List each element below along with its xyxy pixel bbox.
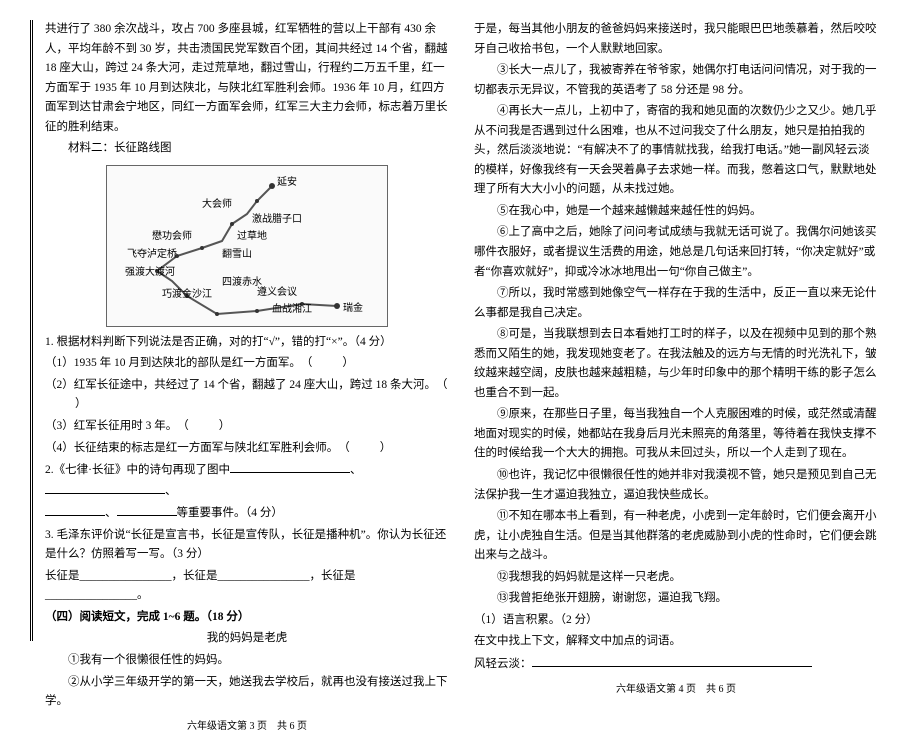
map-label-yanan: 延安 xyxy=(277,174,297,191)
rq1-word: 风轻云淡： xyxy=(474,654,878,675)
essay-p8: ⑧可是，当我联想到去日本看她打工时的样子，以及在视频中见到的那个熟悉而又陌生的她… xyxy=(474,325,878,403)
right-column: 于是，每当其他小朋友的爸爸妈妈来接送时，我只能眼巴巴地羡慕着，然后咬咬牙自己收拾… xyxy=(462,20,890,641)
map-label-xueshan: 翻雪山 xyxy=(222,246,252,263)
map-label-chishui: 四渡赤水 xyxy=(222,274,262,291)
map-label-luding: 飞夺泸定桥 xyxy=(127,246,177,263)
essay-p11: ⑪不知在哪本书上看到，有一种老虎，小虎到一定年龄时，它们便会离开小虎，让小虎独自… xyxy=(474,507,878,566)
rq1-line: 在文中找上下文，解释文中加点的词语。 xyxy=(474,632,878,652)
essay-p4: ④再长大一点儿，上初中了，寄宿的我和她见面的次数仍少之又少。她几乎从不问我是否遇… xyxy=(474,102,878,200)
material2-label: 材料二：长征路线图 xyxy=(45,139,449,159)
map-label-bloodxiang: 血战湘江 xyxy=(272,301,312,318)
essay-p6: ⑥上了高中之后，她除了问问考试成绩与我就无话可说了。我偶尔问她该买哪件衣服好，或… xyxy=(474,223,878,282)
essay-p12: ⑫我想我的妈妈就是这样一只老虎。 xyxy=(474,568,878,588)
q1-opt2: （2）红军长征途中，共经过了 14 个省，翻越了 24 座大山，跨过 18 条大… xyxy=(45,376,449,415)
map-label-jinshajiang: 巧渡金沙江 xyxy=(162,286,212,303)
footer-left: 六年级语文第 3 页 共 6 页 xyxy=(45,718,449,735)
map-label-daduhe: 强渡大渡河 xyxy=(125,264,175,281)
section4-heading: （四）阅读短文，完成 1~6 题。（18 分） xyxy=(45,608,449,628)
essay-title: 我的妈妈是老虎 xyxy=(45,629,449,649)
long-march-map: 延安 大会师 激战腊子口 懋功会师 过草地 飞夺泸定桥 翻雪山 强渡大渡河 四渡… xyxy=(106,165,388,327)
map-label-dahui: 大会师 xyxy=(202,196,232,213)
footer-right: 六年级语文第 4 页 共 6 页 xyxy=(474,681,878,698)
map-label-maoer: 懋功会师 xyxy=(152,228,192,245)
q1-opt4: （4）长征结束的标志是红一方面军与陕北红军胜利会师。 （） xyxy=(45,439,449,459)
map-label-ruijin: 瑞金 xyxy=(343,300,363,317)
left-column: 共进行了 380 余次战斗，攻占 700 多座县城，红军牺牲的营以上干部有 43… xyxy=(30,20,462,641)
essay-p7: ⑦所以，我时常感到她像空气一样存在于我的生活中，反正一直以来无论什么事都是我自己… xyxy=(474,284,878,323)
essay-p1: ①我有一个很懒很任性的妈妈。 xyxy=(45,651,449,671)
map-label-zunyi: 遵义会议 xyxy=(257,284,297,301)
q3-blanks: 长征是________________，长征是________________，… xyxy=(45,567,449,606)
q1-stem: 1. 根据材料判断下列说法是否正确，对的打“√”，错的打“×”。（4 分） xyxy=(45,333,449,353)
essay-p3: ③长大一点儿了，我被寄养在爷爷家，她偶尔打电话问问情况，对于我的一切都表示无异议… xyxy=(474,61,878,100)
rq1-stem: （1）语言积累。（2 分） xyxy=(474,611,878,631)
essay-p13: ⑬我曾拒绝张开翅膀，谢谢您，逼迫我飞翔。 xyxy=(474,589,878,609)
q1-opt3: （3）红军长征用时 3 年。 （） xyxy=(45,417,449,437)
essay-p2: ②从小学三年级开学的第一天，她送我去学校后，就再也没有接送过我上下学。 xyxy=(45,673,449,712)
essay-p5: ⑤在我心中，她是一个越来越懒越来越任性的妈妈。 xyxy=(474,202,878,222)
map-label-guocaodi: 过草地 xyxy=(237,228,267,245)
q1-opt1: （1）1935 年 10 月到达陕北的部队是红一方面军。 （） xyxy=(45,354,449,374)
map-label-lazi: 激战腊子口 xyxy=(252,211,302,228)
intro-paragraph: 共进行了 380 余次战斗，攻占 700 多座县城，红军牺牲的营以上干部有 43… xyxy=(45,20,449,137)
q2-line: 2.《七律·长征》中的诗句再现了图中、、 xyxy=(45,460,449,501)
q3-stem: 3. 毛泽东评价说“长征是宣言书，长征是宣传队，长征是播种机”。你认为长征还是什… xyxy=(45,526,449,565)
essay-p10: ⑩也许，我记忆中很懒很任性的她并非对我漠视不管，她只是预见到自己无法保护我一生才… xyxy=(474,466,878,505)
q2-line2: 、等重要事件。（4 分） xyxy=(45,503,449,524)
essay-p2b: 于是，每当其他小朋友的爸爸妈妈来接送时，我只能眼巴巴地羡慕着，然后咬咬牙自己收拾… xyxy=(474,20,878,59)
essay-p9: ⑨原来，在那些日子里，每当我独自一个人克服困难的时候，或茫然或清醒地面对现实的时… xyxy=(474,405,878,464)
